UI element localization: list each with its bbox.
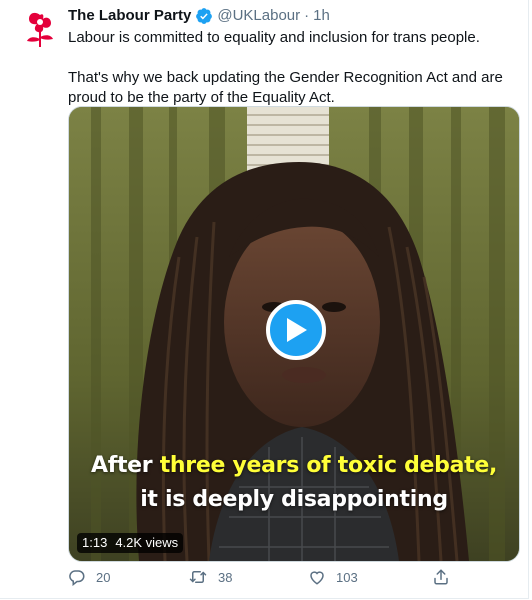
timestamp[interactable]: 1h xyxy=(313,6,330,26)
tweet-content: The Labour Party @UKLabour · 1h Labour i… xyxy=(68,6,518,108)
video-caption-line2: it is deeply disappointing xyxy=(140,487,448,512)
play-icon xyxy=(287,318,307,342)
reply-button[interactable]: 20 xyxy=(68,568,110,586)
like-icon xyxy=(310,571,324,585)
like-button[interactable]: 103 xyxy=(308,568,358,586)
display-name[interactable]: The Labour Party xyxy=(68,6,191,26)
tweet-card[interactable]: The Labour Party @UKLabour · 1h Labour i… xyxy=(0,0,529,599)
reply-count: 20 xyxy=(96,569,111,585)
reply-icon xyxy=(69,570,85,586)
retweet-count: 38 xyxy=(218,569,233,585)
video-player[interactable]: After three years of toxic debate, it is… xyxy=(68,106,520,562)
tweet-paragraph: Labour is committed to equality and incl… xyxy=(68,29,480,46)
video-stats-badge: 1:13 4.2K views xyxy=(77,533,184,553)
retweet-button[interactable]: 38 xyxy=(188,568,232,586)
share-icon xyxy=(434,569,448,585)
handle[interactable]: @UKLabour xyxy=(217,6,300,26)
avatar[interactable] xyxy=(16,6,64,54)
play-button[interactable] xyxy=(266,300,326,360)
caption-highlight: three years of toxic debate, xyxy=(159,453,498,478)
tweet-text: Labour is committed to equality and incl… xyxy=(68,28,518,108)
video-views: 4.2K views xyxy=(115,535,179,550)
verified-badge-icon xyxy=(195,7,213,25)
labour-rose-icon xyxy=(27,12,53,47)
tweet-actions: 20 38 103 xyxy=(68,568,488,590)
caption-prefix: After xyxy=(90,453,160,478)
video-duration: 1:13 xyxy=(82,535,108,550)
share-button[interactable] xyxy=(432,568,450,586)
separator-dot: · xyxy=(304,7,310,24)
tweet-paragraph: That's why we back updating the Gender R… xyxy=(68,69,503,106)
video-caption-line1: After three years of toxic debate, xyxy=(69,453,519,478)
retweet-icon xyxy=(189,571,207,583)
like-count: 103 xyxy=(336,569,358,585)
tweet-header: The Labour Party @UKLabour · 1h xyxy=(68,6,518,26)
